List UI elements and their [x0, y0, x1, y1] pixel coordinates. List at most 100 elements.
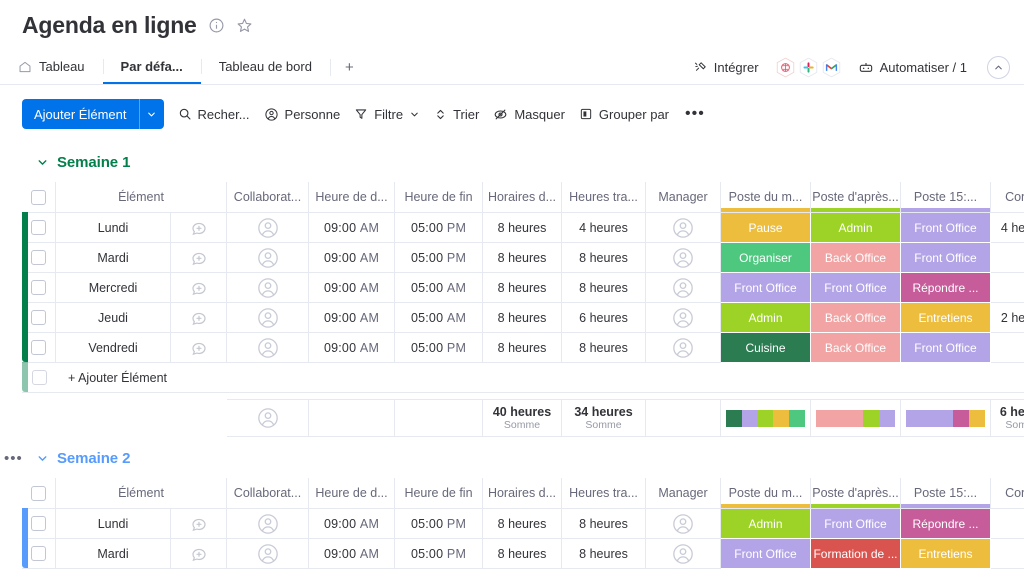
cell-schedule-hours[interactable]: 8 heures [483, 303, 562, 333]
tab-par-defaut[interactable]: Par défa... [102, 51, 201, 84]
search-button[interactable]: Recher... [178, 107, 250, 122]
row-checkbox[interactable] [31, 310, 46, 325]
cell-item[interactable]: Lundi [56, 509, 171, 539]
cell-item[interactable]: Mardi [56, 539, 171, 569]
filter-button[interactable]: Filtre [354, 107, 420, 122]
column-header-start[interactable]: Heure de d... [309, 182, 395, 212]
cell-status-2[interactable]: Back Office [811, 333, 901, 363]
cell-conge[interactable] [991, 243, 1024, 273]
add-item-button[interactable]: Ajouter Élément [22, 99, 164, 129]
cell-status-2[interactable]: Front Office [811, 509, 901, 539]
cell-status-2[interactable]: Admin [811, 213, 901, 243]
group-menu-button[interactable]: ••• [4, 450, 23, 467]
column-header-sched[interactable]: Horaires d... [483, 182, 562, 212]
cell-manager[interactable] [646, 509, 721, 539]
favorite-star-icon[interactable] [236, 17, 253, 34]
column-header-item[interactable]: Élément [56, 182, 227, 212]
cell-manager[interactable] [646, 273, 721, 303]
cell-conge[interactable] [991, 539, 1024, 569]
cell-status-2[interactable]: Back Office [811, 303, 901, 333]
add-row-checkbox[interactable] [31, 370, 47, 385]
cell-collaborator[interactable] [227, 333, 309, 363]
cell-collaborator[interactable] [227, 243, 309, 273]
group-by-button[interactable]: Grouper par [579, 107, 669, 122]
cell-status-1[interactable]: Pause [721, 213, 811, 243]
cell-schedule-hours[interactable]: 8 heures [483, 539, 562, 569]
column-header-item[interactable]: Élément [56, 478, 227, 508]
cell-start-time[interactable]: 09:00 AM [309, 213, 395, 243]
gmail-icon[interactable] [821, 57, 842, 78]
cell-start-time[interactable]: 09:00 AM [309, 509, 395, 539]
column-header-worked[interactable]: Heures tra... [562, 478, 646, 508]
cell-end-time[interactable]: 05:00 PM [395, 509, 483, 539]
row-checkbox[interactable] [31, 220, 46, 235]
cell-end-time[interactable]: 05:00 PM [395, 539, 483, 569]
sort-button[interactable]: Trier [434, 107, 479, 122]
cell-collaborator[interactable] [227, 539, 309, 569]
collapse-header-button[interactable] [987, 56, 1010, 79]
column-header-s2[interactable]: Poste d'après... [811, 478, 901, 508]
cell-worked-hours[interactable]: 8 heures [562, 273, 646, 303]
add-item-row[interactable]: + Ajouter Élément [22, 363, 1024, 393]
cell-worked-hours[interactable]: 4 heures [562, 213, 646, 243]
cell-end-time[interactable]: 05:00 PM [395, 333, 483, 363]
cell-status-3[interactable]: Entretiens [901, 539, 991, 569]
tab-tableau[interactable]: Tableau [0, 51, 103, 84]
cell-status-1[interactable]: Front Office [721, 273, 811, 303]
cell-item[interactable]: Vendredi [56, 333, 171, 363]
column-header-conge[interactable]: Congé [991, 478, 1024, 508]
cell-start-time[interactable]: 09:00 AM [309, 539, 395, 569]
column-header-collab[interactable]: Collaborat... [227, 478, 309, 508]
cell-schedule-hours[interactable]: 8 heures [483, 243, 562, 273]
column-header-s3[interactable]: Poste 15:... [901, 478, 991, 508]
cell-chat-add[interactable] [171, 539, 227, 569]
column-header-end[interactable]: Heure de fin [395, 478, 483, 508]
cell-status-1[interactable]: Admin [721, 303, 811, 333]
column-header-worked[interactable]: Heures tra... [562, 182, 646, 212]
cell-status-2[interactable]: Formation de ... [811, 539, 901, 569]
cell-status-3[interactable]: Répondre ... [901, 273, 991, 303]
cell-conge[interactable] [991, 273, 1024, 303]
cell-chat-add[interactable] [171, 509, 227, 539]
cell-schedule-hours[interactable]: 8 heures [483, 213, 562, 243]
cell-worked-hours[interactable]: 8 heures [562, 509, 646, 539]
row-checkbox[interactable] [31, 250, 46, 265]
integrate-button[interactable]: Intégrer [693, 60, 759, 75]
column-header-mgr[interactable]: Manager [646, 478, 721, 508]
cell-item[interactable]: Mardi [56, 243, 171, 273]
cell-worked-hours[interactable]: 6 heures [562, 303, 646, 333]
cell-schedule-hours[interactable]: 8 heures [483, 509, 562, 539]
column-header-end[interactable]: Heure de fin [395, 182, 483, 212]
cell-item[interactable]: Mercredi [56, 273, 171, 303]
column-header-s3[interactable]: Poste 15:... [901, 182, 991, 212]
cell-manager[interactable] [646, 303, 721, 333]
cell-start-time[interactable]: 09:00 AM [309, 273, 395, 303]
cell-end-time[interactable]: 05:00 PM [395, 213, 483, 243]
monday-app-icon[interactable] [775, 57, 796, 78]
cell-manager[interactable] [646, 243, 721, 273]
column-header-mgr[interactable]: Manager [646, 182, 721, 212]
cell-schedule-hours[interactable]: 8 heures [483, 333, 562, 363]
cell-collaborator[interactable] [227, 273, 309, 303]
cell-status-3[interactable]: Répondre ... [901, 509, 991, 539]
cell-status-3[interactable]: Entretiens [901, 303, 991, 333]
cell-status-1[interactable]: Front Office [721, 539, 811, 569]
select-all-checkbox[interactable] [31, 189, 46, 205]
cell-conge[interactable] [991, 509, 1024, 539]
summary-status-2-bars[interactable] [811, 399, 901, 437]
cell-end-time[interactable]: 05:00 AM [395, 273, 483, 303]
row-checkbox[interactable] [31, 340, 46, 355]
cell-worked-hours[interactable]: 8 heures [562, 243, 646, 273]
cell-end-time[interactable]: 05:00 PM [395, 243, 483, 273]
cell-status-2[interactable]: Front Office [811, 273, 901, 303]
tab-tableau-de-bord[interactable]: Tableau de bord [200, 51, 330, 84]
row-checkbox[interactable] [31, 516, 46, 531]
cell-chat-add[interactable] [171, 213, 227, 243]
toolbar-more-button[interactable]: ••• [683, 105, 707, 123]
column-header-conge[interactable]: Congé [991, 182, 1024, 212]
cell-collaborator[interactable] [227, 303, 309, 333]
add-item-row-label[interactable]: + Ajouter Élément [56, 363, 1024, 393]
chevron-down-icon[interactable] [140, 99, 164, 129]
automate-button[interactable]: Automatiser / 1 [858, 60, 967, 76]
cell-worked-hours[interactable]: 8 heures [562, 539, 646, 569]
